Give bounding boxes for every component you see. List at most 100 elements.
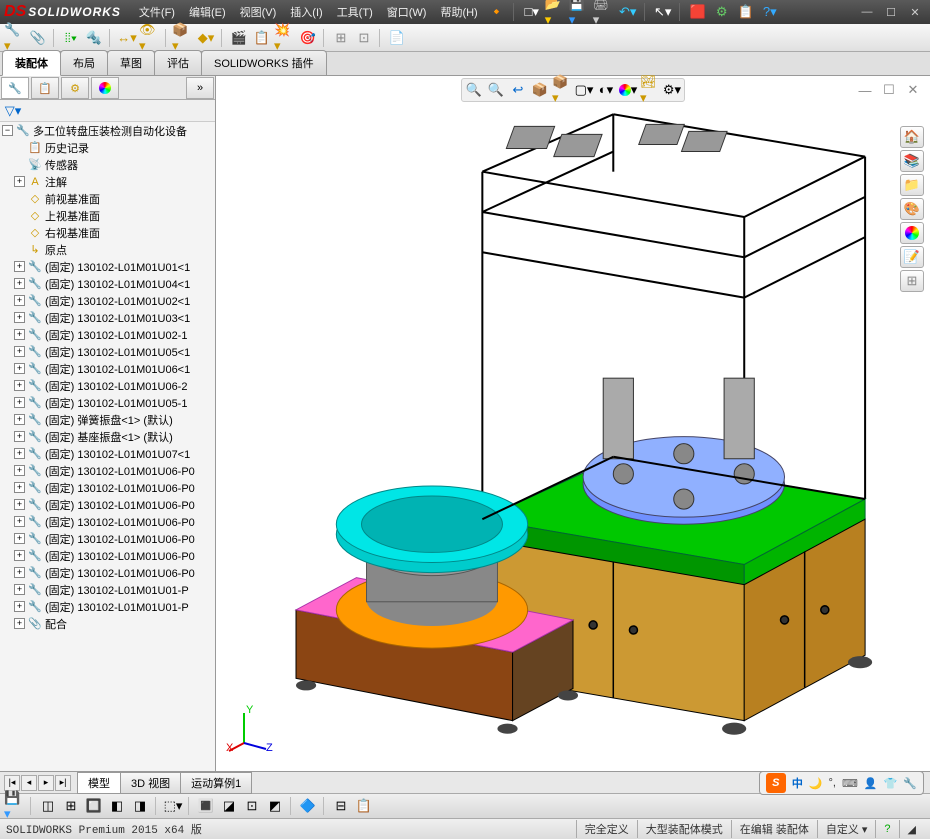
tree-item[interactable]: ◇右视基准面 [0,224,215,241]
tree-item[interactable]: +🔧(固定) 130102-L01M01U06-P0 [0,513,215,530]
qa-icon2[interactable]: ⊞ [60,796,82,816]
tab-assembly[interactable]: 装配体 [2,50,61,76]
tree-expander[interactable]: + [14,516,25,527]
first-tab-icon[interactable]: |◂ [4,775,20,791]
reference-geometry-icon[interactable]: ◆▾ [195,28,217,48]
tree-expander[interactable]: + [14,431,25,442]
tree-expander[interactable]: + [14,176,25,187]
options-icon[interactable]: ⚙ [711,2,733,22]
tree-expander[interactable]: + [14,346,25,357]
tree-expander[interactable]: + [14,380,25,391]
tree-expander[interactable]: + [14,414,25,425]
menu-view[interactable]: 视图(V) [234,2,283,22]
select-icon[interactable]: ↖▾ [652,2,674,22]
rebuild-icon[interactable]: 🟥 [687,2,709,22]
tree-item[interactable]: +🔧(固定) 130102-L01M01U05<1 [0,343,215,360]
new-icon[interactable]: □▾ [521,2,543,22]
tab-layout[interactable]: 布局 [60,50,108,75]
open-icon[interactable]: 📂▾ [545,2,567,22]
ime-logo-icon[interactable]: S [766,773,786,793]
qa-icon4[interactable]: ◧ [106,796,128,816]
tree-expander[interactable]: + [14,533,25,544]
tree-item[interactable]: +🔧(固定) 130102-L01M01U02<1 [0,292,215,309]
new-motion-icon[interactable]: 🎬 [228,28,250,48]
smart-fasteners-icon[interactable]: 🔩 [83,28,105,48]
help-icon[interactable]: ?▾ [759,2,781,22]
tab-3dview[interactable]: 3D 视图 [120,772,181,794]
qa-icon8[interactable]: ◪ [218,796,240,816]
tree-item[interactable]: +🔧(固定) 130102-L01M01U06-2 [0,377,215,394]
tab-motion[interactable]: 运动算例1 [180,772,252,794]
expand-tab[interactable]: » [186,77,214,99]
last-tab-icon[interactable]: ▸| [55,775,71,791]
qa-icon12[interactable]: ⊟ [330,796,352,816]
qa-icon10[interactable]: ◩ [264,796,286,816]
filter-icon[interactable]: ▽▾ [2,101,24,121]
tree-expander[interactable]: + [14,448,25,459]
qa-icon6[interactable]: ⬚▾ [162,796,184,816]
tree-item[interactable]: +A注解 [0,173,215,190]
tree-item[interactable]: +🔧(固定) 130102-L01M01U02-1 [0,326,215,343]
minimize-button[interactable]: — [856,3,878,21]
exploded-view-icon[interactable]: 💥▾ [274,28,296,48]
property-tab[interactable]: 📋 [31,77,59,99]
qa-icon7[interactable]: 🔳 [195,796,217,816]
qa-icon13[interactable]: 📋 [353,796,375,816]
qa-icon11[interactable]: 🔷 [297,796,319,816]
tree-item[interactable]: +🔧(固定) 130102-L01M01U01<1 [0,258,215,275]
status-help-icon[interactable]: ? [875,820,898,838]
ime-toolbar[interactable]: S 中 🌙 °, ⌨ 👤 👕 🔧 [759,771,924,795]
save-icon[interactable]: 💾▾ [569,2,591,22]
feature-tree[interactable]: −🔧多工位转盘压装检测自动化设备📋历史记录📡传感器+A注解◇前视基准面◇上视基准… [0,122,215,771]
qa-save-icon[interactable]: 💾▾ [4,796,26,816]
tree-item[interactable]: 📡传感器 [0,156,215,173]
assembly-features-icon[interactable]: 📦▾ [172,28,194,48]
tree-expander[interactable]: + [14,499,25,510]
tree-expander[interactable]: + [14,329,25,340]
tree-item[interactable]: +🔧(固定) 130102-L01M01U01-P [0,581,215,598]
tree-item[interactable]: +🔧(固定) 130102-L01M01U06-P0 [0,496,215,513]
menu-help[interactable]: 帮助(H) [434,2,483,22]
tab-evaluate[interactable]: 评估 [154,50,202,75]
tree-item[interactable]: +🔧(固定) 弹簧振盘<1> (默认) [0,411,215,428]
tree-item[interactable]: +🔧(固定) 130102-L01M01U04<1 [0,275,215,292]
tree-item[interactable]: +🔧(固定) 130102-L01M01U06-P0 [0,479,215,496]
qa-icon1[interactable]: ◫ [37,796,59,816]
tree-expander[interactable]: + [14,550,25,561]
tree-item[interactable]: +🔧(固定) 130102-L01M01U06-P0 [0,547,215,564]
show-hidden-icon[interactable]: 👁▾ [139,28,161,48]
linear-pattern-icon[interactable]: ⦙⦙▾ [60,28,82,48]
tree-expander[interactable]: + [14,278,25,289]
menu-file[interactable]: 文件(F) [133,2,181,22]
ime-punct-icon[interactable]: °, [829,777,836,789]
orientation-triad[interactable]: Y X Z [224,703,274,753]
ime-tool-icon[interactable]: 🔧 [903,777,917,790]
menu-window[interactable]: 窗口(W) [381,2,433,22]
tree-item[interactable]: +🔧(固定) 130102-L01M01U06-P0 [0,462,215,479]
tree-item[interactable]: +🔧(固定) 130102-L01M01U03<1 [0,309,215,326]
qa-icon9[interactable]: ⊡ [241,796,263,816]
tree-item[interactable]: ◇上视基准面 [0,207,215,224]
tree-expander[interactable]: + [14,618,25,629]
instant3d-icon[interactable]: 🎯 [297,28,319,48]
options2-icon[interactable]: 📋 [735,2,757,22]
menu-edit[interactable]: 编辑(E) [183,2,232,22]
tree-item[interactable]: ↳原点 [0,241,215,258]
tree-expander[interactable]: + [14,397,25,408]
clearance-icon[interactable]: ⊡ [353,28,375,48]
ime-moon-icon[interactable]: 🌙 [809,777,823,790]
tree-item[interactable]: +🔧(固定) 130102-L01M01U01-P [0,598,215,615]
tree-expander[interactable]: + [14,295,25,306]
tree-item[interactable]: +🔧(固定) 130102-L01M01U06-P0 [0,564,215,581]
close-button[interactable]: ✕ [904,3,926,21]
bill-materials-icon[interactable]: 📋 [251,28,273,48]
tree-item[interactable]: +📎配合 [0,615,215,632]
config-tab[interactable]: ⚙ [61,77,89,99]
tree-item[interactable]: +🔧(固定) 130102-L01M01U05-1 [0,394,215,411]
tree-expander[interactable]: − [2,125,13,136]
menu-insert[interactable]: 插入(I) [284,2,328,22]
tab-model[interactable]: 模型 [77,772,121,794]
qa-icon5[interactable]: ◨ [129,796,151,816]
sheet-icon[interactable]: 📄 [386,28,408,48]
interference-icon[interactable]: ⊞ [330,28,352,48]
